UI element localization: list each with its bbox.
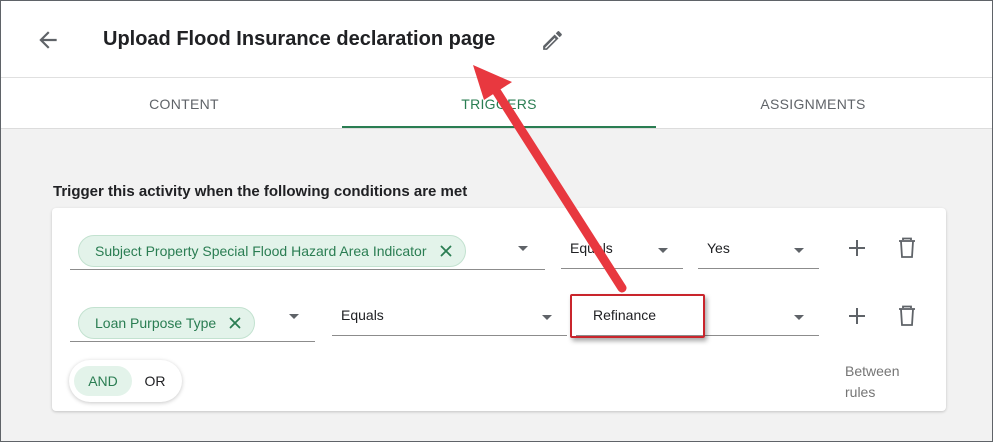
app-window: Upload Flood Insurance declaration page …: [0, 0, 993, 442]
condition-2-value-select[interactable]: Refinance: [576, 298, 819, 336]
close-icon: [440, 245, 451, 257]
page-title: Upload Flood Insurance declaration page: [103, 28, 496, 50]
condition-1-value: Yes: [707, 240, 730, 256]
close-icon: [229, 317, 241, 329]
chevron-down-icon[interactable]: [289, 314, 299, 319]
pencil-icon: [543, 31, 562, 50]
back-button[interactable]: [35, 27, 61, 53]
tab-assignments[interactable]: ASSIGNMENTS: [656, 78, 970, 129]
conditions-card: Subject Property Special Flood Hazard Ar…: [52, 208, 946, 411]
trash-icon: [899, 237, 915, 258]
header: Upload Flood Insurance declaration page: [1, 1, 992, 78]
condition-1-field-label: Subject Property Special Flood Hazard Ar…: [95, 243, 427, 259]
condition-1-add-button[interactable]: [843, 234, 871, 262]
plus-icon: [849, 240, 865, 256]
condition-1-operator-value: Equals: [570, 240, 613, 256]
condition-2-field-chip: Loan Purpose Type: [78, 307, 256, 339]
condition-1-delete-button[interactable]: [893, 234, 921, 262]
logic-toggle: AND OR: [69, 360, 182, 402]
condition-2-field-select[interactable]: Loan Purpose Type: [70, 300, 315, 342]
between-rules-label: Between rules: [845, 363, 900, 400]
condition-1-field-select[interactable]: Subject Property Special Flood Hazard Ar…: [70, 228, 545, 270]
chevron-down-icon: [542, 315, 552, 320]
trash-icon: [899, 305, 915, 326]
triggers-heading: Trigger this activity when the following…: [53, 183, 468, 200]
arrow-left-icon: [39, 31, 57, 49]
condition-1-field-chip: Subject Property Special Flood Hazard Ar…: [78, 235, 466, 267]
condition-2-operator-select[interactable]: Equals: [332, 298, 567, 336]
chevron-down-icon: [794, 315, 804, 320]
active-tab-indicator: [342, 126, 656, 128]
tab-content[interactable]: CONTENT: [27, 78, 341, 129]
chevron-down-icon[interactable]: [518, 246, 528, 251]
condition-1-value-select[interactable]: Yes: [698, 231, 819, 269]
condition-2-add-button[interactable]: [843, 302, 871, 330]
condition-2-field-label: Loan Purpose Type: [95, 315, 217, 331]
logic-or-button[interactable]: OR: [135, 366, 175, 396]
condition-2-operator-value: Equals: [341, 307, 384, 323]
condition-2-remove-field-button[interactable]: [226, 308, 244, 338]
condition-2-value: Refinance: [593, 307, 657, 323]
plus-icon: [849, 308, 865, 324]
chevron-down-icon: [794, 248, 804, 253]
condition-1-operator-select[interactable]: Equals: [561, 231, 683, 269]
logic-and-button[interactable]: AND: [74, 366, 132, 396]
edit-title-button[interactable]: [540, 28, 565, 53]
condition-2-delete-button[interactable]: [893, 302, 921, 330]
chevron-down-icon: [658, 248, 668, 253]
tab-triggers[interactable]: TRIGGERS: [342, 78, 656, 129]
tab-bar: CONTENT TRIGGERS ASSIGNMENTS: [1, 78, 992, 129]
condition-1-remove-field-button[interactable]: [437, 236, 455, 266]
